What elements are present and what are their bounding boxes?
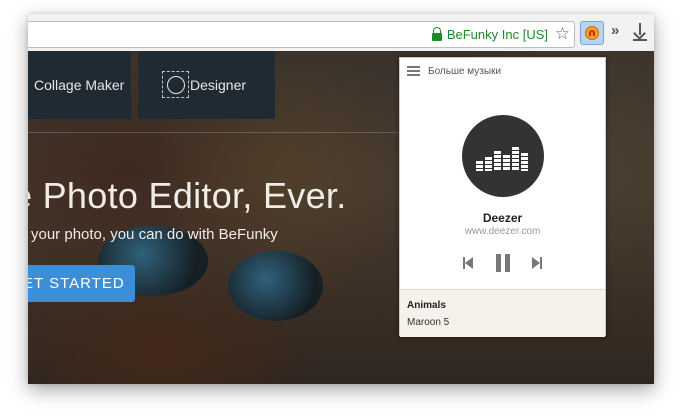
service-name: Deezer — [482, 211, 523, 225]
address-bar[interactable]: BeFunky Inc [US] ☆ — [28, 21, 575, 48]
hamburger-menu-icon[interactable] — [407, 66, 420, 76]
divider — [28, 132, 398, 133]
playback-controls — [400, 252, 605, 274]
background-image-detail — [228, 251, 323, 321]
hero-subline: your photo, you can do with BeFunky — [31, 226, 278, 243]
site-identity[interactable]: BeFunky Inc [US] — [431, 22, 548, 47]
deezer-logo[interactable] — [462, 115, 544, 197]
track-artist: Maroon 5 — [407, 317, 450, 328]
next-track-icon[interactable] — [528, 252, 550, 274]
nav-collage-label: Collage Maker — [34, 77, 125, 93]
track-title: Animals — [407, 300, 446, 311]
now-playing-panel: Animals Maroon 5 — [400, 289, 605, 337]
lock-icon — [431, 26, 442, 41]
service-url[interactable]: www.deezer.com — [400, 226, 605, 237]
browser-toolbar: BeFunky Inc [US] ☆ » — [28, 14, 654, 52]
designer-icon — [162, 71, 189, 98]
extensions-overflow-icon[interactable]: » — [611, 22, 619, 39]
get-started-button[interactable]: ET STARTED — [28, 265, 135, 302]
nav-collage-maker[interactable]: Collage Maker — [28, 51, 131, 119]
nav-designer[interactable]: Designer — [138, 51, 275, 119]
nav-designer-label: Designer — [190, 77, 247, 93]
previous-track-icon[interactable] — [460, 252, 482, 274]
download-icon[interactable] — [632, 22, 648, 42]
more-music-label[interactable]: Больше музыки — [428, 66, 501, 77]
popup-header[interactable]: Больше музыки — [400, 58, 605, 84]
pause-icon[interactable] — [493, 252, 515, 274]
browser-window: BeFunky Inc [US] ☆ » Collage Maker Desig… — [28, 14, 654, 384]
site-identity-label: BeFunky Inc [US] — [446, 27, 548, 42]
music-extension-popup: Больше музыки Deezer www.deezer.com Anim… — [399, 57, 606, 337]
headphones-icon — [585, 26, 599, 40]
equalizer-icon — [476, 143, 530, 171]
hero-headline: e Photo Editor, Ever. — [28, 175, 347, 216]
music-extension-button[interactable] — [580, 21, 604, 45]
bookmark-star-icon[interactable]: ☆ — [555, 23, 570, 45]
